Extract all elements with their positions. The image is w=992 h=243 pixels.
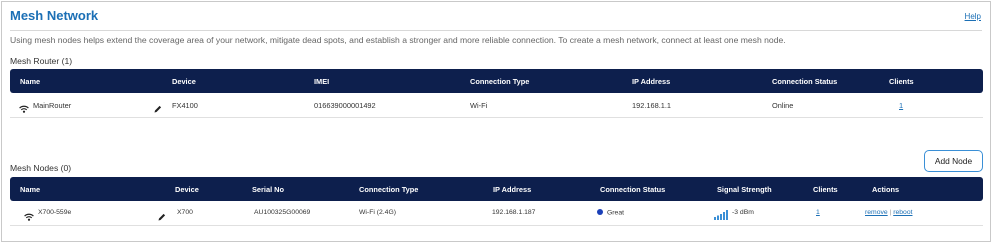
node-connection-status: Great <box>597 209 624 217</box>
nodes-col-signal-strength: Signal Strength <box>717 185 772 194</box>
signal-bars-icon <box>714 207 729 225</box>
nodes-table-header: Name Device Serial No Connection Type IP… <box>10 177 983 201</box>
nodes-col-clients: Clients <box>813 185 838 194</box>
add-node-button[interactable]: Add Node <box>924 150 983 172</box>
status-dot-icon <box>597 209 603 215</box>
page-description: Using mesh nodes helps extend the covera… <box>10 35 786 45</box>
router-connection-status: Online <box>772 101 794 110</box>
nodes-col-device: Device <box>175 185 199 194</box>
router-col-device: Device <box>172 77 196 86</box>
router-col-ip-address: IP Address <box>632 77 671 86</box>
nodes-col-connection-type: Connection Type <box>359 185 419 194</box>
nodes-col-connection-status: Connection Status <box>600 185 666 194</box>
router-name: MainRouter <box>33 101 72 110</box>
page-title: Mesh Network <box>10 8 99 23</box>
node-status-text: Great <box>607 209 624 217</box>
node-ip-address: 192.168.1.187 <box>492 209 536 216</box>
pencil-icon[interactable] <box>158 208 166 226</box>
router-clients-link[interactable]: 1 <box>899 101 903 110</box>
node-serial-no: AU100325G00069 <box>254 209 311 216</box>
mesh-router-section-title: Mesh Router (1) <box>10 56 73 66</box>
router-table-header: Name Device IMEI Connection Type IP Addr… <box>10 69 983 93</box>
pencil-icon[interactable] <box>154 100 162 118</box>
nodes-table-row: X700-559e X700 AU100325G00069 Wi-Fi (2.4… <box>10 201 983 226</box>
node-clients-link[interactable]: 1 <box>816 209 820 216</box>
router-imei: 016639000001492 <box>314 101 376 110</box>
router-col-imei: IMEI <box>314 77 330 86</box>
node-actions: remove | reboot <box>865 209 913 216</box>
node-connection-type: Wi-Fi (2.4G) <box>359 209 397 216</box>
node-signal-strength: -3 dBm <box>732 209 754 216</box>
router-ip-address: 192.168.1.1 <box>632 101 672 110</box>
router-device: FX4100 <box>172 101 198 110</box>
mesh-network-panel: Mesh Network Help Using mesh nodes helps… <box>1 1 991 242</box>
router-connection-type: Wi-Fi <box>470 101 488 110</box>
router-col-connection-type: Connection Type <box>470 77 530 86</box>
router-table-row: MainRouter FX4100 016639000001492 Wi-Fi … <box>10 93 983 118</box>
nodes-col-ip-address: IP Address <box>493 185 532 194</box>
node-name: X700-559e <box>38 209 72 216</box>
reboot-link[interactable]: reboot <box>893 209 912 216</box>
nodes-col-actions: Actions <box>872 185 900 194</box>
wifi-icon <box>19 100 29 118</box>
router-col-clients: Clients <box>889 77 914 86</box>
remove-link[interactable]: remove <box>865 209 888 216</box>
mesh-nodes-section-title: Mesh Nodes (0) <box>10 163 72 173</box>
nodes-col-name: Name <box>20 185 41 194</box>
title-divider <box>10 30 982 31</box>
help-link[interactable]: Help <box>965 12 981 21</box>
nodes-col-serial-no: Serial No <box>252 185 285 194</box>
node-device: X700 <box>177 209 193 216</box>
router-col-connection-status: Connection Status <box>772 77 838 86</box>
wifi-icon <box>24 208 34 226</box>
action-separator: | <box>889 209 892 216</box>
router-col-name: Name <box>20 77 41 86</box>
